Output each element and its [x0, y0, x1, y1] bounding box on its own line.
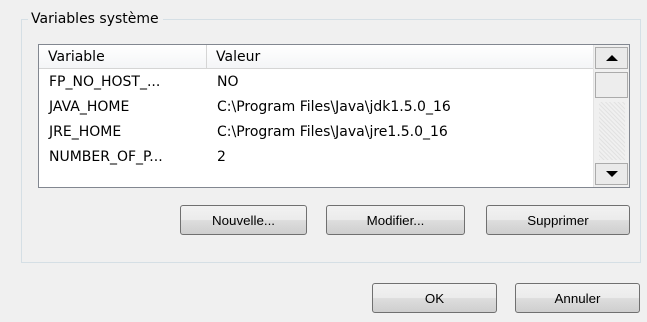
new-variable-button[interactable]: Nouvelle... [180, 205, 307, 235]
column-header-variable[interactable]: Variable [39, 45, 207, 69]
list-row[interactable]: JRE_HOME C:\Program Files\Java\jre1.5.0_… [39, 120, 595, 145]
row-variable-name: NUMBER_OF_P... [49, 149, 163, 165]
row-variable-value: C:\Program Files\Java\jdk1.5.0_16 [217, 99, 451, 115]
scroll-thumb[interactable] [595, 72, 628, 98]
list-row[interactable]: NUMBER_OF_P... 2 [39, 145, 595, 170]
scroll-down-button[interactable] [595, 163, 628, 185]
system-variables-title: Variables système [28, 9, 163, 29]
list-row[interactable]: FP_NO_HOST_... NO [39, 70, 595, 95]
vertical-scrollbar[interactable] [593, 45, 629, 187]
scroll-up-button[interactable] [595, 47, 628, 69]
scroll-track[interactable] [599, 102, 625, 160]
list-header: Variable Valeur [39, 45, 595, 69]
system-variables-list[interactable]: Variable Valeur FP_NO_HOST_... NO JAVA_H… [38, 44, 630, 188]
delete-variable-button[interactable]: Supprimer [486, 205, 630, 235]
row-variable-name: JAVA_HOME [49, 99, 130, 115]
arrow-up-icon [605, 55, 618, 61]
row-variable-name: JRE_HOME [49, 124, 122, 140]
row-variable-value: 2 [217, 149, 226, 165]
row-variable-value: NO [217, 74, 239, 90]
cancel-button[interactable]: Annuler [515, 283, 640, 313]
row-variable-value: C:\Program Files\Java\jre1.5.0_16 [217, 124, 448, 140]
list-rows: FP_NO_HOST_... NO JAVA_HOME C:\Program F… [39, 70, 595, 170]
arrow-down-icon [605, 171, 618, 177]
ok-button[interactable]: OK [372, 283, 497, 313]
list-row[interactable]: JAVA_HOME C:\Program Files\Java\jdk1.5.0… [39, 95, 595, 120]
column-header-value[interactable]: Valeur [207, 45, 595, 69]
edit-variable-button[interactable]: Modifier... [326, 205, 465, 235]
row-variable-name: FP_NO_HOST_... [49, 74, 161, 90]
